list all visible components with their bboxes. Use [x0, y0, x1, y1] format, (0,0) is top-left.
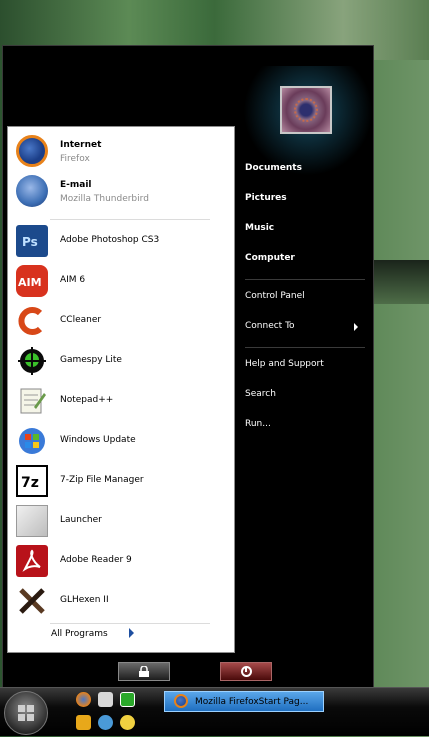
- program-ccleaner[interactable]: CCleaner: [16, 303, 216, 339]
- task-label: Mozilla FirefoxStart Pag...: [195, 697, 309, 707]
- quicklaunch-yellow-icon[interactable]: [120, 715, 135, 730]
- quicklaunch-firefox-icon[interactable]: [76, 692, 91, 707]
- menu-search[interactable]: Search: [245, 389, 276, 399]
- menu-music[interactable]: Music: [245, 223, 274, 233]
- all-programs-separator: [50, 623, 210, 624]
- program-7zip[interactable]: 7z 7-Zip File Manager: [16, 463, 216, 499]
- user-avatar[interactable]: [280, 86, 332, 134]
- menu-run[interactable]: Run...: [245, 419, 271, 429]
- program-photoshop[interactable]: Ps Adobe Photoshop CS3: [16, 223, 216, 259]
- menu-control-panel[interactable]: Control Panel: [245, 291, 305, 301]
- ccleaner-icon: [16, 305, 48, 337]
- arrow-right-icon: [129, 628, 134, 638]
- pinned-email[interactable]: E-mail Mozilla Thunderbird: [16, 173, 216, 209]
- firefox-icon: [16, 135, 48, 167]
- pinned-separator: [50, 219, 210, 220]
- windows-update-icon: [16, 425, 48, 457]
- pinned-title: Internet: [60, 140, 102, 150]
- program-label: Gamespy Lite: [60, 355, 122, 365]
- svg-text:7z: 7z: [21, 475, 39, 491]
- taskbar-button-firefox[interactable]: Mozilla FirefoxStart Pag...: [164, 691, 324, 712]
- program-label: Notepad++: [60, 395, 114, 405]
- program-gamespy[interactable]: Gamespy Lite: [16, 343, 216, 379]
- program-label: Windows Update: [60, 435, 136, 445]
- menu-computer[interactable]: Computer: [245, 253, 295, 263]
- quicklaunch-skull-icon[interactable]: [98, 692, 113, 707]
- program-label: Launcher: [60, 515, 102, 525]
- power-icon: [241, 666, 252, 677]
- start-orb[interactable]: [4, 691, 48, 735]
- program-windows-update[interactable]: Windows Update: [16, 423, 216, 459]
- aim-icon: AIM: [16, 265, 48, 297]
- program-adobe-reader[interactable]: Adobe Reader 9: [16, 543, 216, 579]
- program-label: CCleaner: [60, 315, 102, 325]
- adobe-reader-icon: [16, 545, 48, 577]
- program-launcher[interactable]: Launcher: [16, 503, 216, 539]
- glhexen-icon: [16, 585, 48, 617]
- lock-icon: [139, 666, 149, 677]
- firefox-icon: [174, 694, 188, 708]
- program-label: Adobe Reader 9: [60, 555, 132, 565]
- menu-documents[interactable]: Documents: [245, 163, 302, 173]
- quicklaunch-green-icon[interactable]: [120, 692, 135, 707]
- programs-pane: Internet Firefox E-mail Mozilla Thunderb…: [7, 126, 235, 653]
- windows-logo-icon: [18, 705, 34, 721]
- right-separator: [245, 347, 365, 348]
- power-button[interactable]: [220, 662, 272, 681]
- launcher-icon: [16, 505, 48, 537]
- pinned-subtitle: Firefox: [60, 154, 90, 164]
- gamespy-icon: [16, 345, 48, 377]
- program-glhexen[interactable]: GLHexen II: [16, 583, 216, 619]
- seven-zip-icon: 7z: [16, 465, 48, 497]
- program-label: GLHexen II: [60, 595, 109, 605]
- program-label: Adobe Photoshop CS3: [60, 235, 160, 245]
- program-label: 7-Zip File Manager: [60, 475, 144, 485]
- submenu-arrow-icon: [354, 323, 358, 331]
- all-programs-link[interactable]: All Programs: [51, 629, 108, 639]
- pinned-internet[interactable]: Internet Firefox: [16, 133, 216, 169]
- right-separator: [245, 279, 365, 280]
- wallpaper-bar: [372, 260, 429, 304]
- lock-button[interactable]: [118, 662, 170, 681]
- svg-text:AIM: AIM: [18, 276, 42, 289]
- menu-pictures[interactable]: Pictures: [245, 193, 287, 203]
- pinned-title: E-mail: [60, 180, 92, 190]
- thunderbird-icon: [16, 175, 48, 207]
- menu-help[interactable]: Help and Support: [245, 359, 324, 369]
- notepad-icon: [16, 385, 48, 417]
- program-label: AIM 6: [60, 275, 86, 285]
- menu-connect-to[interactable]: Connect To: [245, 321, 295, 331]
- quicklaunch-orange-icon[interactable]: [76, 715, 91, 730]
- svg-text:Ps: Ps: [22, 235, 38, 249]
- photoshop-icon: Ps: [16, 225, 48, 257]
- pinned-subtitle: Mozilla Thunderbird: [60, 194, 149, 204]
- program-notepad[interactable]: Notepad++: [16, 383, 216, 419]
- program-aim[interactable]: AIM AIM 6: [16, 263, 216, 299]
- quicklaunch-users-icon[interactable]: [98, 715, 113, 730]
